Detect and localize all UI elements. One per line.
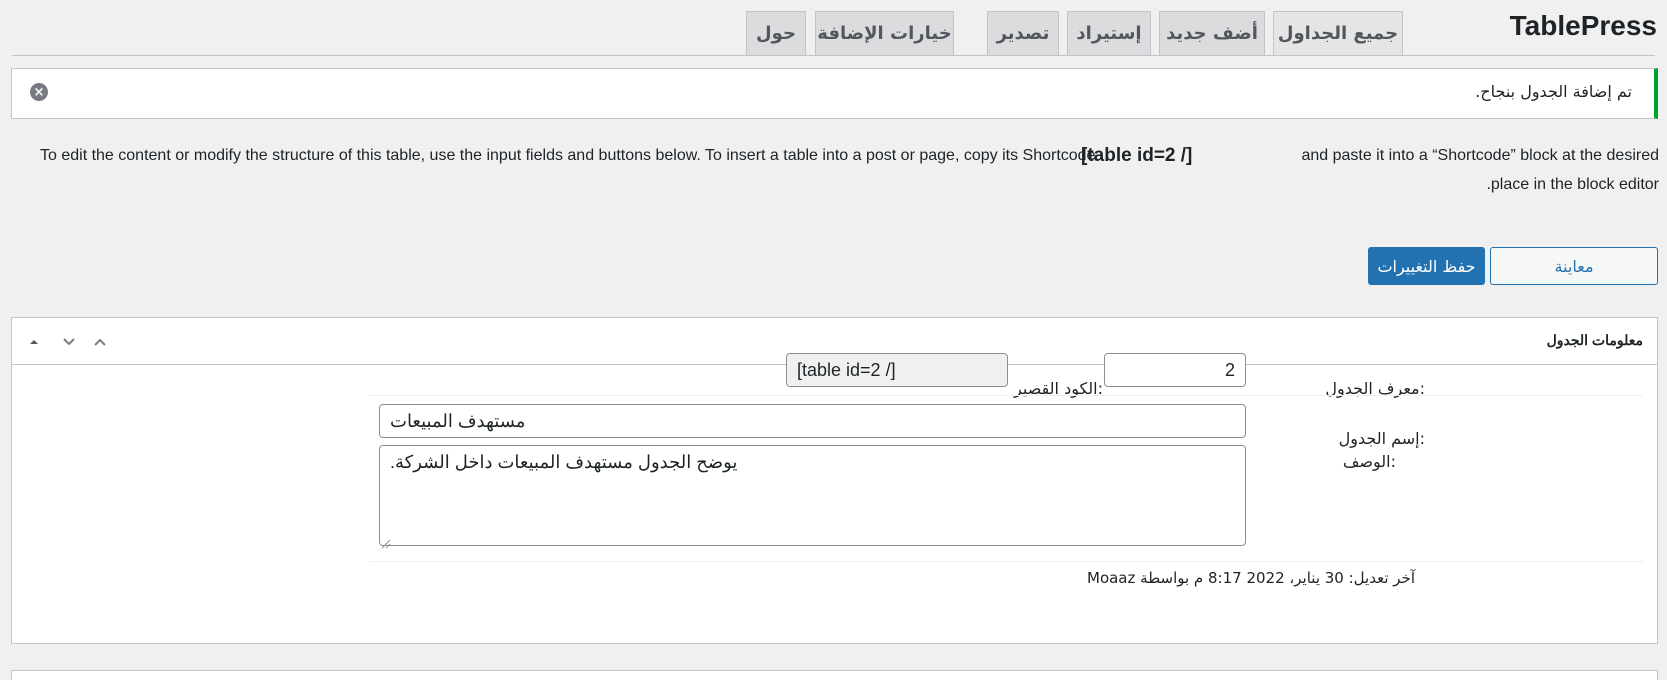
description-text-part1: To edit the content or modify the struct…	[40, 147, 1096, 164]
app-title: TablePress	[1509, 10, 1657, 41]
save-changes-button[interactable]: حفظ التغييرات	[1368, 247, 1485, 285]
dismiss-icon[interactable]: ×	[30, 83, 48, 101]
notice-message: تم إضافة الجدول بنجاح.	[1475, 82, 1632, 101]
postbox-title: معلومات الجدول	[1546, 332, 1643, 348]
description-text-line2: .place in the block editor	[1486, 176, 1659, 193]
tab-about[interactable]: حول	[746, 11, 806, 55]
shortcode-field[interactable]: [table id=2 /]	[786, 353, 1008, 387]
table-name-value: مستهدف المبيعات	[390, 410, 526, 431]
success-notice: تم إضافة الجدول بنجاح. ×	[11, 68, 1658, 119]
tab-add-new[interactable]: أضف جديد	[1159, 11, 1265, 55]
tabs-divider	[12, 55, 1655, 56]
shortcode-value: [table id=2 /]	[797, 359, 896, 380]
resize-handle-icon[interactable]	[381, 534, 391, 549]
table-id-value: 2	[1224, 359, 1235, 380]
preview-button[interactable]: معاينة	[1490, 247, 1658, 285]
tab-export[interactable]: تصدير	[987, 11, 1059, 55]
description-text-part2: and paste it into a “Shortcode” block at…	[1301, 147, 1659, 164]
toggle-panel-icon[interactable]	[22, 330, 46, 354]
table-information-box: معلومات الجدول معرف الجدول: 2 الكود القص…	[11, 317, 1658, 644]
move-up-icon[interactable]	[88, 330, 112, 354]
row-divider	[369, 395, 1643, 396]
table-id-input[interactable]: 2	[1104, 353, 1246, 387]
tab-import[interactable]: إستيراد	[1067, 11, 1151, 55]
row-divider-2	[369, 561, 1643, 562]
tab-plugin-options[interactable]: خيارات الإضافة	[815, 11, 954, 55]
description-label: الوصف:	[1342, 452, 1396, 471]
move-down-icon[interactable]	[57, 330, 81, 354]
table-name-label: إسم الجدول:	[1338, 429, 1425, 448]
description-value: يوضح الجدول مستهدف المبيعات داخل الشركة.	[390, 452, 738, 472]
last-modified-text: آخر تعديل: 30 يناير، 2022 8:17 م بواسطة …	[1087, 569, 1415, 587]
shortcode-text: [table id=2 /]	[1081, 145, 1193, 166]
description-textarea[interactable]: يوضح الجدول مستهدف المبيعات داخل الشركة.	[379, 445, 1246, 546]
next-postbox-edge	[11, 670, 1658, 680]
table-name-input[interactable]: مستهدف المبيعات	[379, 404, 1246, 438]
tab-all-tables[interactable]: جميع الجداول	[1273, 11, 1403, 55]
